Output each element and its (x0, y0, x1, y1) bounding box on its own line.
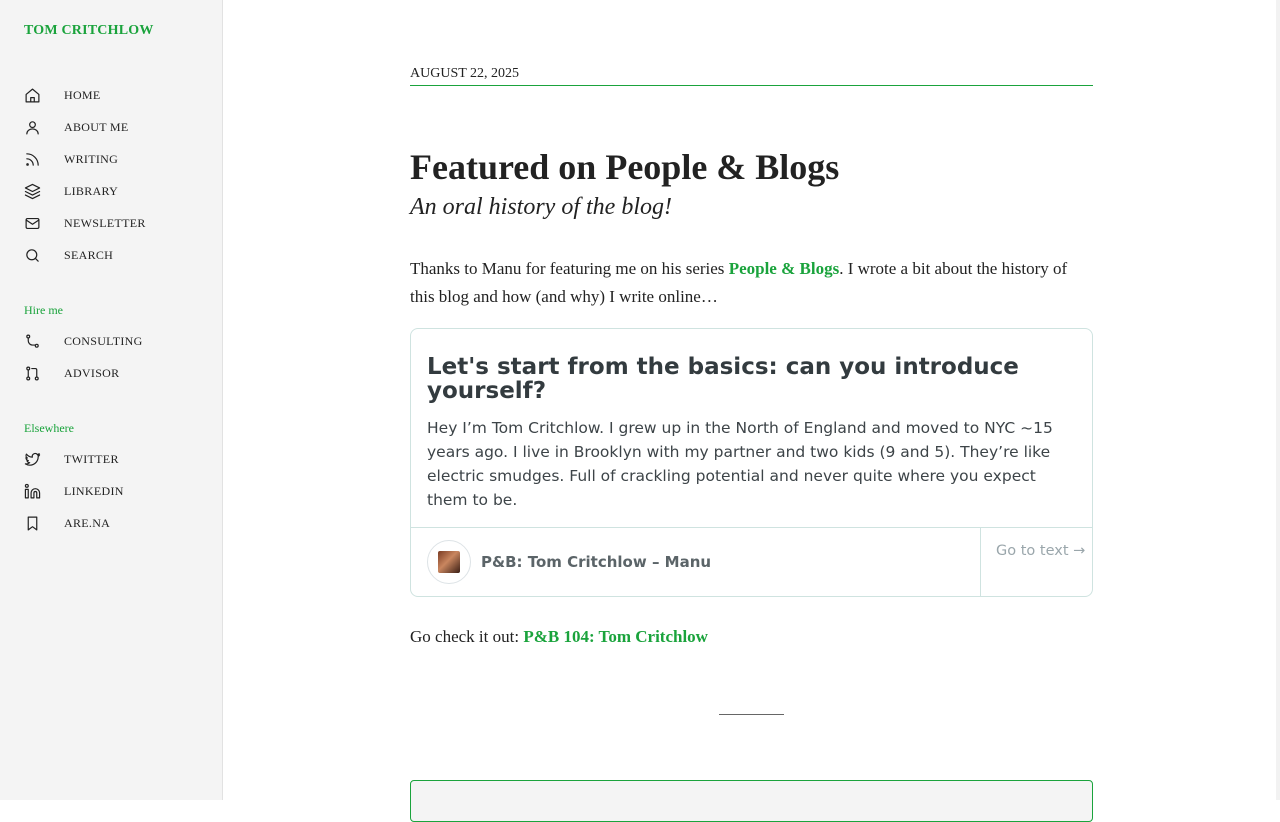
user-icon (24, 115, 48, 139)
nav-item-label: SEARCH (64, 247, 114, 262)
avatar-image (438, 551, 460, 573)
rss-icon (24, 147, 48, 171)
embed-card-source[interactable]: P&B: Tom Critchlow – Manu (481, 553, 711, 571)
hire-nav: CONSULTING ADVISOR (24, 325, 143, 389)
nav-item-consulting[interactable]: CONSULTING (24, 325, 143, 357)
post-outro: Go check it out: P&B 104: Tom Critchlow (410, 623, 708, 651)
next-section-box (410, 780, 1093, 822)
embed-card-heading: Let's start from the basics: can you int… (427, 354, 1019, 404)
nav-item-label: LINKEDIN (64, 483, 124, 498)
post-intro: Thanks to Manu for featuring me on his s… (410, 255, 1093, 311)
nav-item-label: ADVISOR (64, 365, 120, 380)
nav-item-label: HOME (64, 87, 101, 102)
nav-item-arena[interactable]: ARE.NA (24, 507, 124, 539)
twitter-icon (24, 447, 48, 471)
avatar (427, 540, 471, 584)
git-pull-request-icon (24, 361, 48, 385)
scrollbar[interactable] (1276, 0, 1280, 800)
nav-item-home[interactable]: HOME (24, 79, 146, 111)
nav-item-label: ABOUT ME (64, 119, 129, 134)
nav-item-search[interactable]: SEARCH (24, 239, 146, 271)
linkedin-icon (24, 479, 48, 503)
embed-card-footer: P&B: Tom Critchlow – Manu Go to text → (411, 527, 1092, 596)
outro-text: Go check it out: (410, 627, 524, 646)
nav-item-newsletter[interactable]: NEWSLETTER (24, 207, 146, 239)
nav-item-label: NEWSLETTER (64, 215, 146, 230)
sidebar: TOM CRITCHLOW HOME ABOUT ME WRITING LIBR… (0, 0, 223, 800)
mail-icon (24, 211, 48, 235)
layers-icon (24, 179, 48, 203)
elsewhere-label: Elsewhere (24, 421, 74, 435)
go-to-text-label: Go to text → (996, 543, 1086, 559)
post-subtitle: An oral history of the blog! (410, 194, 672, 220)
post-date: AUGUST 22, 2025 (410, 66, 1093, 86)
search-icon (24, 243, 48, 267)
nav-item-label: ARE.NA (64, 515, 111, 530)
intro-text-before: Thanks to Manu for featuring me on his s… (410, 259, 729, 278)
post-title: Featured on People & Blogs (410, 147, 840, 187)
bookmark-icon (24, 511, 48, 535)
people-and-blogs-link[interactable]: People & Blogs (729, 259, 840, 278)
embed-card-body: Let's start from the basics: can you int… (427, 355, 1077, 512)
nav-item-label: LIBRARY (64, 183, 119, 198)
section-divider (719, 714, 784, 715)
nav-item-label: WRITING (64, 151, 119, 166)
nav-item-about-me[interactable]: ABOUT ME (24, 111, 146, 143)
home-icon (24, 83, 48, 107)
nav-item-writing[interactable]: WRITING (24, 143, 146, 175)
pb-104-link[interactable]: P&B 104: Tom Critchlow (523, 627, 708, 646)
go-to-text-link[interactable]: Go to text → (980, 528, 1092, 596)
embed-card: Let's start from the basics: can you int… (410, 328, 1093, 597)
embed-card-text: Hey I’m Tom Critchlow. I grew up in the … (427, 419, 1053, 509)
site-title-link[interactable]: TOM CRITCHLOW (24, 23, 154, 39)
main-nav: HOME ABOUT ME WRITING LIBRARY NEWSLETTER… (24, 79, 146, 271)
nav-item-label: TWITTER (64, 451, 119, 466)
elsewhere-nav: TWITTER LINKEDIN ARE.NA (24, 443, 124, 539)
nav-item-library[interactable]: LIBRARY (24, 175, 146, 207)
nav-item-advisor[interactable]: ADVISOR (24, 357, 143, 389)
hire-me-label: Hire me (24, 303, 63, 317)
git-branch-icon (24, 329, 48, 353)
nav-item-twitter[interactable]: TWITTER (24, 443, 124, 475)
nav-item-label: CONSULTING (64, 333, 143, 348)
nav-item-linkedin[interactable]: LINKEDIN (24, 475, 124, 507)
